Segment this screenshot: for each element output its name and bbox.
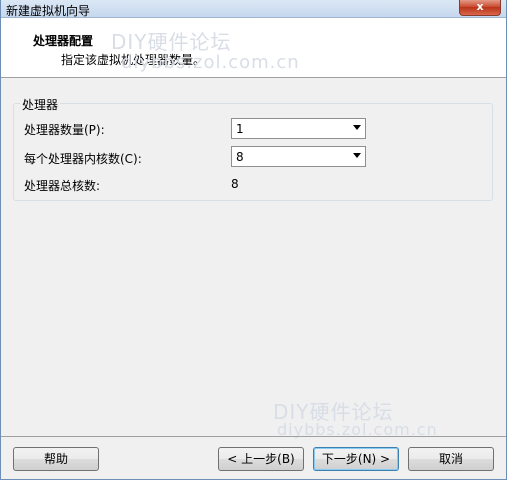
processor-group: 处理器 处理器数量(P): 1 每个处理器内核数(C): 8 处理器总核数: 8 xyxy=(13,96,493,201)
watermark-top-line1: DIY硬件论坛 xyxy=(111,30,232,54)
title-bar[interactable]: 新建虚拟机向导 x xyxy=(1,0,506,18)
close-icon: x xyxy=(476,0,484,13)
processor-count-select[interactable]: 1 xyxy=(231,118,366,139)
cores-per-processor-label: 每个处理器内核数(C): xyxy=(24,152,142,166)
dropdown-arrow-icon xyxy=(353,153,361,158)
processor-group-label: 处理器 xyxy=(20,96,61,113)
total-cores-label: 处理器总核数: xyxy=(24,179,101,193)
total-cores-value: 8 xyxy=(231,177,239,191)
back-button[interactable]: < 上一步(B) xyxy=(218,447,304,471)
cores-per-processor-value: 8 xyxy=(236,150,244,164)
window-title: 新建虚拟机向导 xyxy=(6,4,91,18)
cancel-button[interactable]: 取消 xyxy=(408,447,494,471)
wizard-header: 处理器配置 指定该虚拟机处理器数量。 DIY硬件论坛 diybbs.zol.co… xyxy=(1,18,506,78)
processor-count-value: 1 xyxy=(236,122,244,136)
new-vm-wizard-window: 新建虚拟机向导 x 处理器配置 指定该虚拟机处理器数量。 DIY硬件论坛 diy… xyxy=(0,0,507,480)
cores-per-processor-select[interactable]: 8 xyxy=(231,146,366,167)
processor-count-label: 处理器数量(P): xyxy=(24,123,105,137)
next-button[interactable]: 下一步(N) > xyxy=(313,447,399,471)
footer-divider xyxy=(1,436,506,437)
close-button[interactable]: x xyxy=(459,0,501,16)
watermark-top-line2: diybbs.zol.com.cn xyxy=(121,52,300,73)
page-title: 处理器配置 xyxy=(33,34,94,48)
dropdown-arrow-icon xyxy=(353,125,361,130)
help-button[interactable]: 帮助 xyxy=(13,447,99,471)
